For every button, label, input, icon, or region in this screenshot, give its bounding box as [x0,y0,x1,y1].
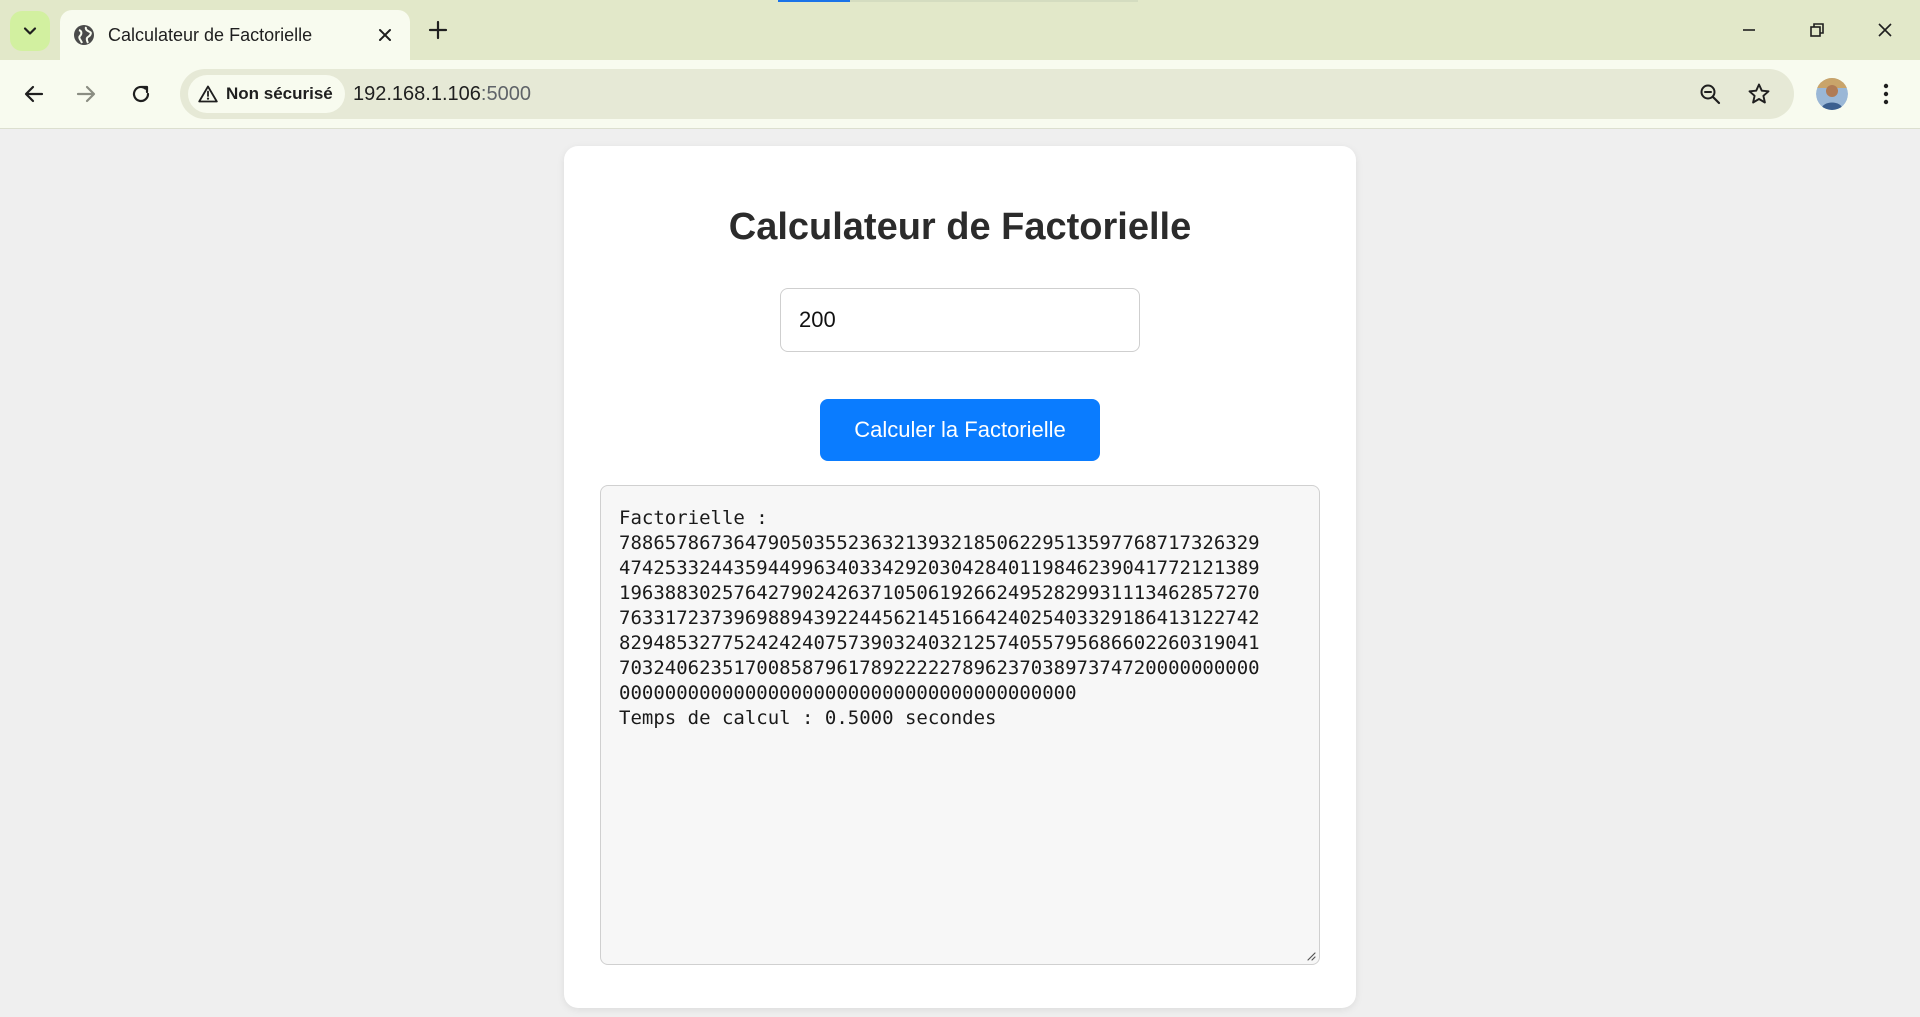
avatar-icon [1816,78,1848,110]
security-indicator[interactable]: Non sécurisé [188,75,345,113]
globe-icon [73,24,95,46]
number-input[interactable] [780,288,1140,352]
result-line: 7886578673647905035523632139321850622951… [619,532,1260,554]
restore-icon [1810,23,1824,37]
loading-progress-fill [778,0,850,2]
tab-title: Calculateur de Factorielle [108,24,313,45]
result-line: 8294853277524242407573903240321257405579… [619,632,1260,654]
arrow-left-icon [24,85,44,103]
close-window-button[interactable] [1862,10,1908,50]
close-icon [379,29,391,41]
result-line: 0000000000000000000000000000000000000000 [619,682,1077,704]
arrow-right-icon [76,85,96,103]
result-line: 7032406235170085879617892222278962370389… [619,657,1260,679]
warning-icon [198,85,218,103]
url-host: 192.168.1.106 [353,83,481,105]
url-port: :5000 [480,83,531,105]
tab-strip: Calculateur de Factorielle [0,0,1920,60]
active-tab[interactable]: Calculateur de Factorielle [60,10,410,60]
result-line: 4742533244359449963403342920304284011984… [619,557,1260,579]
result-line: 7633172373969889439224456214516642402540… [619,607,1260,629]
chevron-down-icon [23,27,37,35]
forward-button[interactable] [66,74,106,114]
zoom-button[interactable] [1692,76,1728,112]
new-tab-button[interactable] [424,16,452,44]
calculate-button[interactable]: Calculer la Factorielle [820,399,1100,461]
tab-search-button[interactable] [10,11,50,51]
tab-close-button[interactable] [372,22,398,48]
zoom-out-icon [1700,84,1721,105]
close-icon [1878,23,1892,37]
result-line: 1963883025764279024263710506192662495282… [619,582,1260,604]
profile-avatar[interactable] [1816,78,1848,110]
kebab-menu-icon [1883,83,1889,105]
minimize-icon [1743,29,1755,31]
back-button[interactable] [14,74,54,114]
address-bar[interactable]: Non sécurisé 192.168.1.106:5000 [180,69,1794,119]
result-line: Temps de calcul : 0.5000 secondes [619,707,997,729]
reload-button[interactable] [121,74,161,114]
restore-button[interactable] [1794,10,1840,50]
star-icon [1748,83,1770,104]
browser-toolbar: Non sécurisé 192.168.1.106:5000 [0,60,1920,129]
loading-progress-bar [778,0,1138,2]
bookmark-button[interactable] [1741,76,1777,112]
minimize-button[interactable] [1726,10,1772,50]
result-line: Factorielle : [619,507,768,529]
url-text[interactable]: 192.168.1.106:5000 [353,69,531,119]
resize-grip-icon[interactable] [1304,949,1316,961]
result-textarea[interactable]: Factorielle : 788657867364790503552363213… [600,485,1320,965]
page-title: Calculateur de Factorielle [728,206,1192,248]
security-label: Non sécurisé [226,84,333,103]
plus-icon [428,20,448,40]
browser-menu-button[interactable] [1868,74,1904,114]
calculator-card: Calculateur de Factorielle Calculer la F… [564,146,1356,1008]
reload-icon [132,85,150,103]
